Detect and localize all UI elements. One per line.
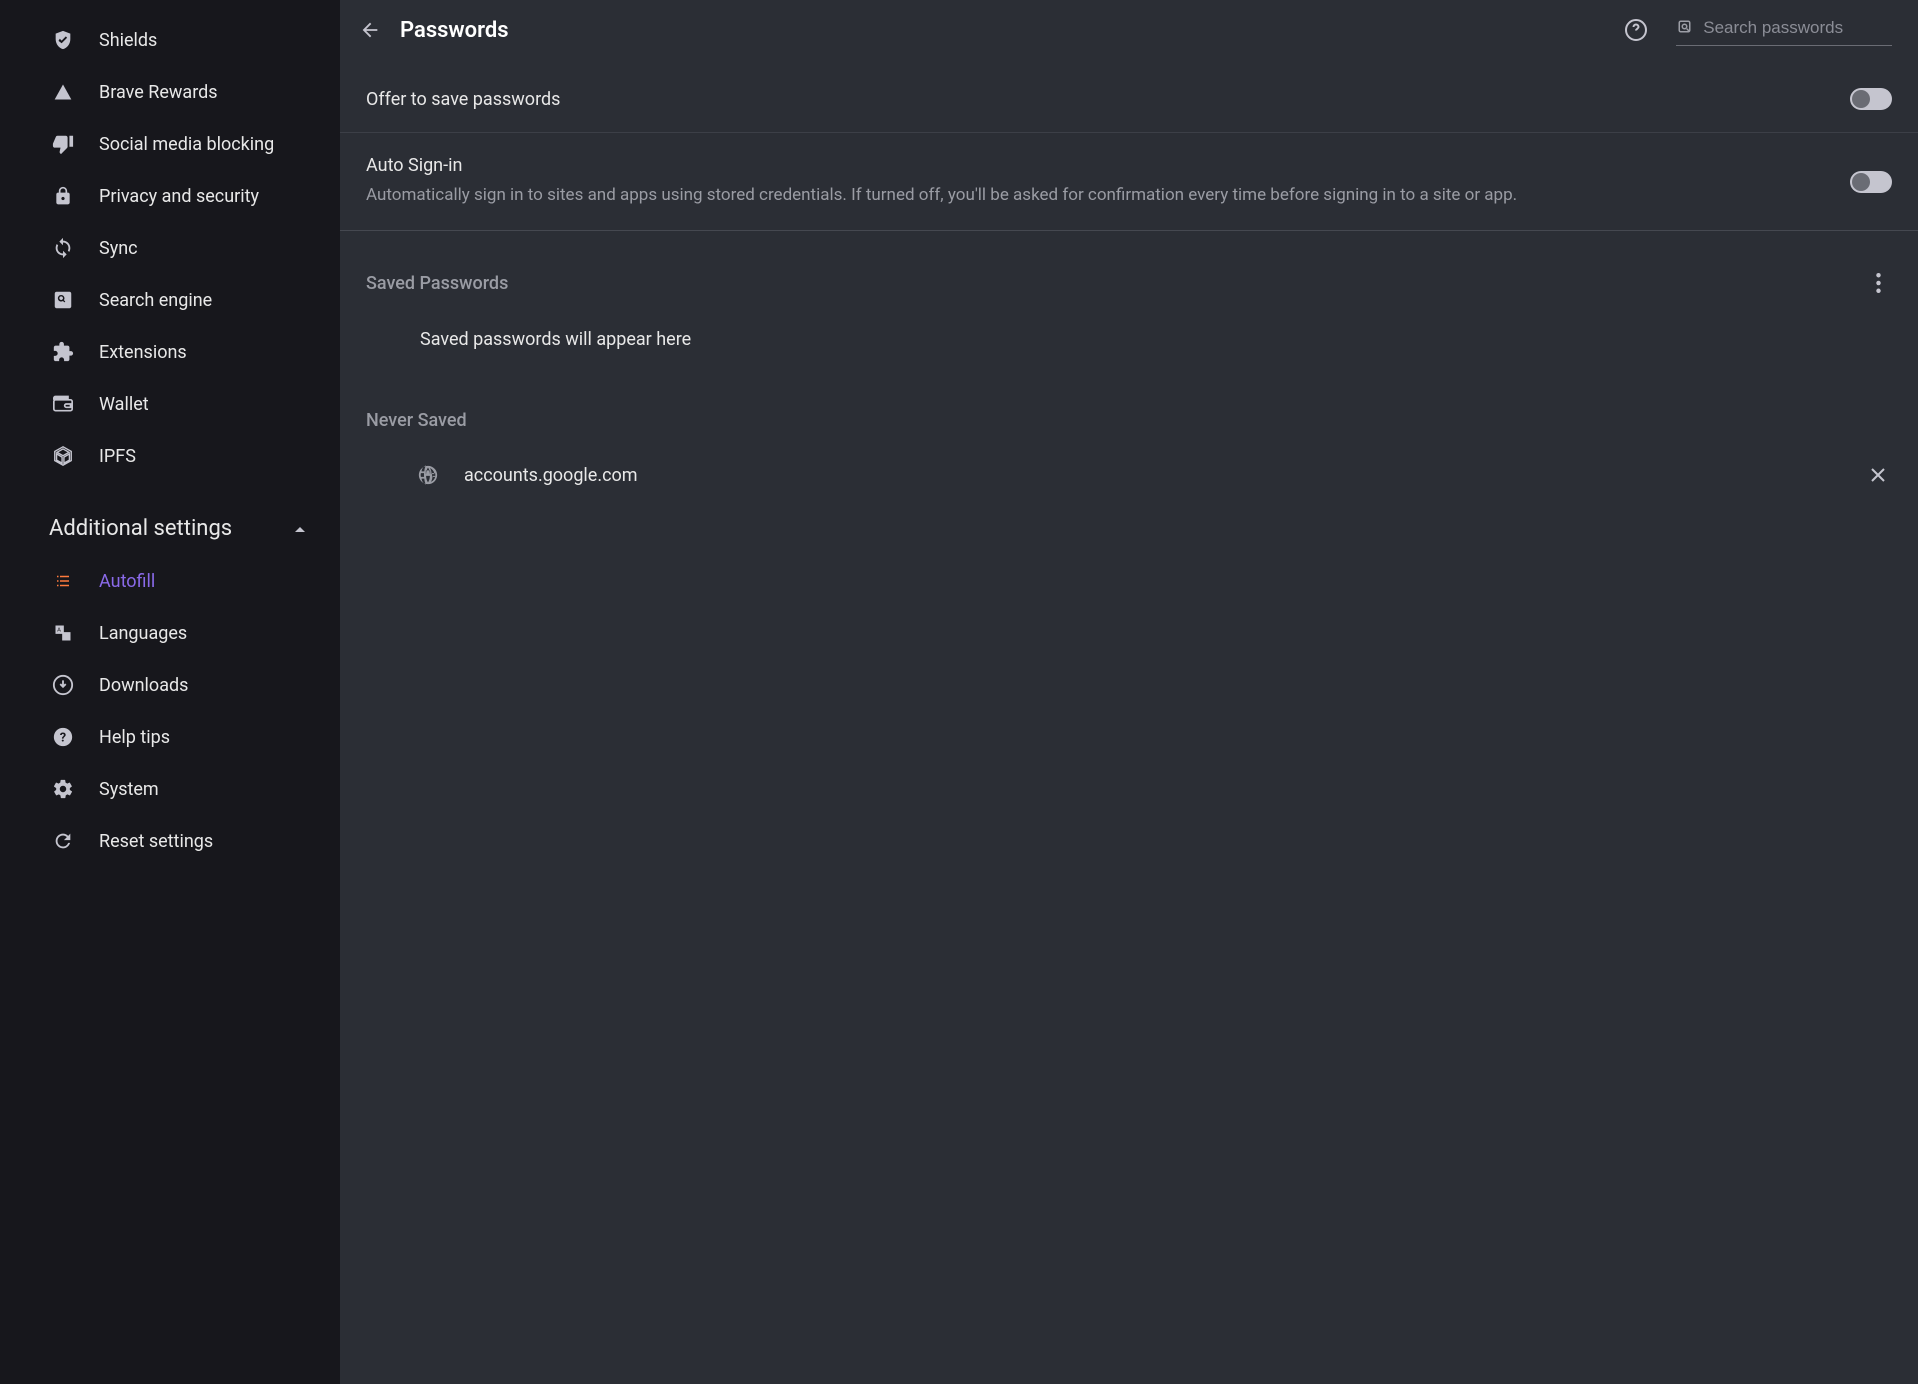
- search-input[interactable]: [1703, 18, 1892, 38]
- search-container: [1676, 15, 1892, 46]
- never-saved-item: accounts.google.com: [340, 441, 1918, 509]
- sidebar-item-label: Languages: [99, 623, 187, 644]
- sidebar-item-label: Autofill: [99, 571, 155, 592]
- sidebar-item-help-tips[interactable]: ? Help tips: [5, 711, 340, 763]
- lock-icon: [49, 184, 77, 208]
- sidebar-item-ipfs[interactable]: IPFS: [5, 430, 340, 482]
- sidebar-item-label: Reset settings: [99, 831, 213, 852]
- sidebar-item-system[interactable]: System: [5, 763, 340, 815]
- help-icon: ?: [49, 725, 77, 749]
- svg-text:A: A: [57, 627, 61, 633]
- sidebar-item-extensions[interactable]: Extensions: [5, 326, 340, 378]
- section-header-label: Additional settings: [49, 516, 232, 541]
- svg-text:?: ?: [60, 731, 66, 746]
- cube-icon: [49, 444, 77, 468]
- sidebar-item-social-blocking[interactable]: Social media blocking: [5, 118, 340, 170]
- shield-icon: [49, 28, 77, 52]
- sidebar-item-search-engine[interactable]: Search engine: [5, 274, 340, 326]
- setting-description: Automatically sign in to sites and apps …: [366, 182, 1830, 208]
- page-header: Passwords: [340, 0, 1918, 66]
- back-button[interactable]: [354, 14, 386, 46]
- puzzle-icon: [49, 340, 77, 364]
- sidebar-item-label: System: [99, 779, 159, 800]
- triangle-icon: [49, 80, 77, 104]
- wallet-icon: [49, 392, 77, 416]
- setting-offer-save: Offer to save passwords: [340, 66, 1918, 133]
- sidebar-item-reset[interactable]: Reset settings: [5, 815, 340, 867]
- saved-passwords-more-button[interactable]: [1864, 269, 1892, 297]
- setting-auto-signin: Auto Sign-in Automatically sign in to si…: [340, 133, 1918, 231]
- gear-icon: [49, 777, 77, 801]
- sidebar-item-label: Privacy and security: [99, 186, 259, 207]
- setting-title: Offer to save passwords: [366, 89, 1830, 110]
- sidebar-item-label: Search engine: [99, 290, 212, 311]
- sidebar-item-downloads[interactable]: Downloads: [5, 659, 340, 711]
- sidebar-item-label: Help tips: [99, 727, 170, 748]
- reset-icon: [49, 829, 77, 853]
- settings-sidebar: Shields Brave Rewards Social media block…: [0, 0, 340, 1384]
- list-icon: [49, 569, 77, 593]
- sidebar-item-languages[interactable]: A Languages: [5, 607, 340, 659]
- sidebar-item-wallet[interactable]: Wallet: [5, 378, 340, 430]
- download-icon: [49, 673, 77, 697]
- thumb-down-icon: [49, 132, 77, 156]
- auto-signin-toggle[interactable]: [1850, 171, 1892, 193]
- setting-title: Auto Sign-in: [366, 155, 1830, 176]
- never-saved-site: accounts.google.com: [464, 465, 1864, 486]
- sidebar-item-label: Sync: [99, 238, 138, 259]
- saved-passwords-empty: Saved passwords will appear here: [340, 307, 1918, 372]
- sidebar-item-label: Shields: [99, 30, 157, 51]
- section-label-text: Saved Passwords: [366, 273, 508, 294]
- search-box-icon: [49, 288, 77, 312]
- additional-settings-toggle[interactable]: Additional settings: [5, 482, 340, 555]
- sidebar-item-sync[interactable]: Sync: [5, 222, 340, 274]
- sidebar-item-label: Social media blocking: [99, 134, 274, 155]
- sidebar-item-label: Brave Rewards: [99, 82, 218, 103]
- help-button[interactable]: [1620, 14, 1652, 46]
- sidebar-item-autofill[interactable]: Autofill: [5, 555, 340, 607]
- sidebar-item-label: Downloads: [99, 675, 188, 696]
- sidebar-item-privacy[interactable]: Privacy and security: [5, 170, 340, 222]
- offer-save-toggle[interactable]: [1850, 88, 1892, 110]
- main-content: Passwords Offer to save passwords Auto S…: [340, 0, 1918, 1384]
- sidebar-item-label: IPFS: [99, 446, 136, 467]
- sidebar-item-label: Wallet: [99, 394, 149, 415]
- section-label-text: Never Saved: [366, 410, 467, 431]
- search-icon: [1676, 17, 1695, 39]
- page-title: Passwords: [400, 18, 509, 43]
- sidebar-item-rewards[interactable]: Brave Rewards: [5, 66, 340, 118]
- translate-icon: A: [49, 621, 77, 645]
- never-saved-section: Never Saved: [340, 372, 1918, 441]
- chevron-up-icon: [294, 522, 308, 536]
- sync-icon: [49, 236, 77, 260]
- remove-never-saved-button[interactable]: [1864, 461, 1892, 489]
- saved-passwords-section: Saved Passwords: [340, 231, 1918, 307]
- sidebar-item-shields[interactable]: Shields: [5, 14, 340, 66]
- sidebar-item-label: Extensions: [99, 342, 187, 363]
- globe-icon: [416, 463, 440, 487]
